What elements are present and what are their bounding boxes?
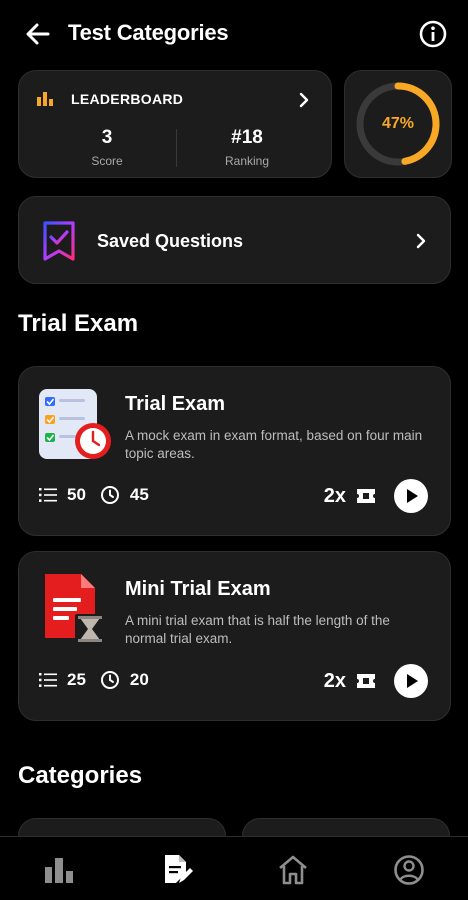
leaderboard-label: LEADERBOARD [71, 91, 184, 107]
exam-description: A mock exam in exam format, based on fou… [125, 428, 423, 461]
saved-questions-label: Saved Questions [97, 231, 244, 251]
back-arrow-icon[interactable] [22, 18, 54, 50]
ticket-icon [357, 674, 375, 688]
section-title-categories: Categories [18, 762, 143, 789]
info-icon[interactable] [418, 19, 448, 49]
score-value: 3 [101, 127, 113, 148]
play-button[interactable] [394, 479, 428, 513]
exam-meta: 25 20 [39, 670, 149, 690]
progress-card[interactable]: 47% [344, 70, 452, 178]
page-title: Test Categories [68, 20, 229, 45]
exam-title: Mini Trial Exam [125, 578, 271, 600]
ranking-stat: #18 Ranking [177, 127, 317, 168]
ranking-label: Ranking [224, 154, 270, 168]
exam-card-mini-trial[interactable]: Mini Trial Exam A mini trial exam that i… [18, 551, 451, 721]
exam-actions: 2x [324, 664, 428, 698]
document-hourglass-icon [45, 574, 105, 644]
ticket-icon [357, 489, 375, 503]
checklist-clock-icon [39, 389, 111, 459]
list-icon [39, 673, 57, 687]
exam-description: A mini trial exam that is half the lengt… [125, 613, 390, 646]
profile-icon[interactable] [392, 853, 426, 887]
chevron-right-icon [416, 233, 426, 249]
clock-icon [100, 486, 119, 504]
app-header: Test Categories [0, 0, 468, 68]
ticket-count: 2x [323, 669, 346, 692]
play-button[interactable] [394, 664, 428, 698]
leaderboard-header: LEADERBOARD [37, 91, 183, 107]
tests-icon[interactable] [160, 853, 194, 887]
home-icon[interactable] [276, 853, 310, 887]
bookmark-check-icon [43, 221, 75, 261]
section-title-trial-exam: Trial Exam [18, 310, 139, 337]
exam-card-trial[interactable]: Trial Exam A mock exam in exam format, b… [18, 366, 451, 536]
score-label: Score [91, 154, 123, 168]
duration-minutes: 45 [129, 485, 149, 504]
exam-title: Trial Exam [125, 393, 226, 415]
chevron-right-icon[interactable] [297, 91, 311, 109]
clock-icon [100, 671, 119, 689]
list-icon [39, 488, 57, 502]
question-count: 50 [67, 485, 86, 504]
bar-chart-icon [37, 92, 53, 106]
progress-percent: 47% [381, 115, 415, 132]
leaderboard-card[interactable]: LEADERBOARD 3 Score #18 Ranking [18, 70, 332, 178]
saved-questions-card[interactable]: Saved Questions [18, 196, 451, 284]
ranking-value: #18 [231, 127, 263, 148]
ticket-count: 2x [323, 484, 346, 507]
bottom-navigation [0, 836, 468, 900]
stats-icon[interactable] [42, 853, 76, 887]
score-stat: 3 Score [37, 127, 177, 168]
duration-minutes: 20 [129, 670, 149, 689]
exam-meta: 50 45 [39, 485, 149, 505]
exam-actions: 2x [324, 479, 428, 513]
question-count: 25 [67, 670, 86, 689]
